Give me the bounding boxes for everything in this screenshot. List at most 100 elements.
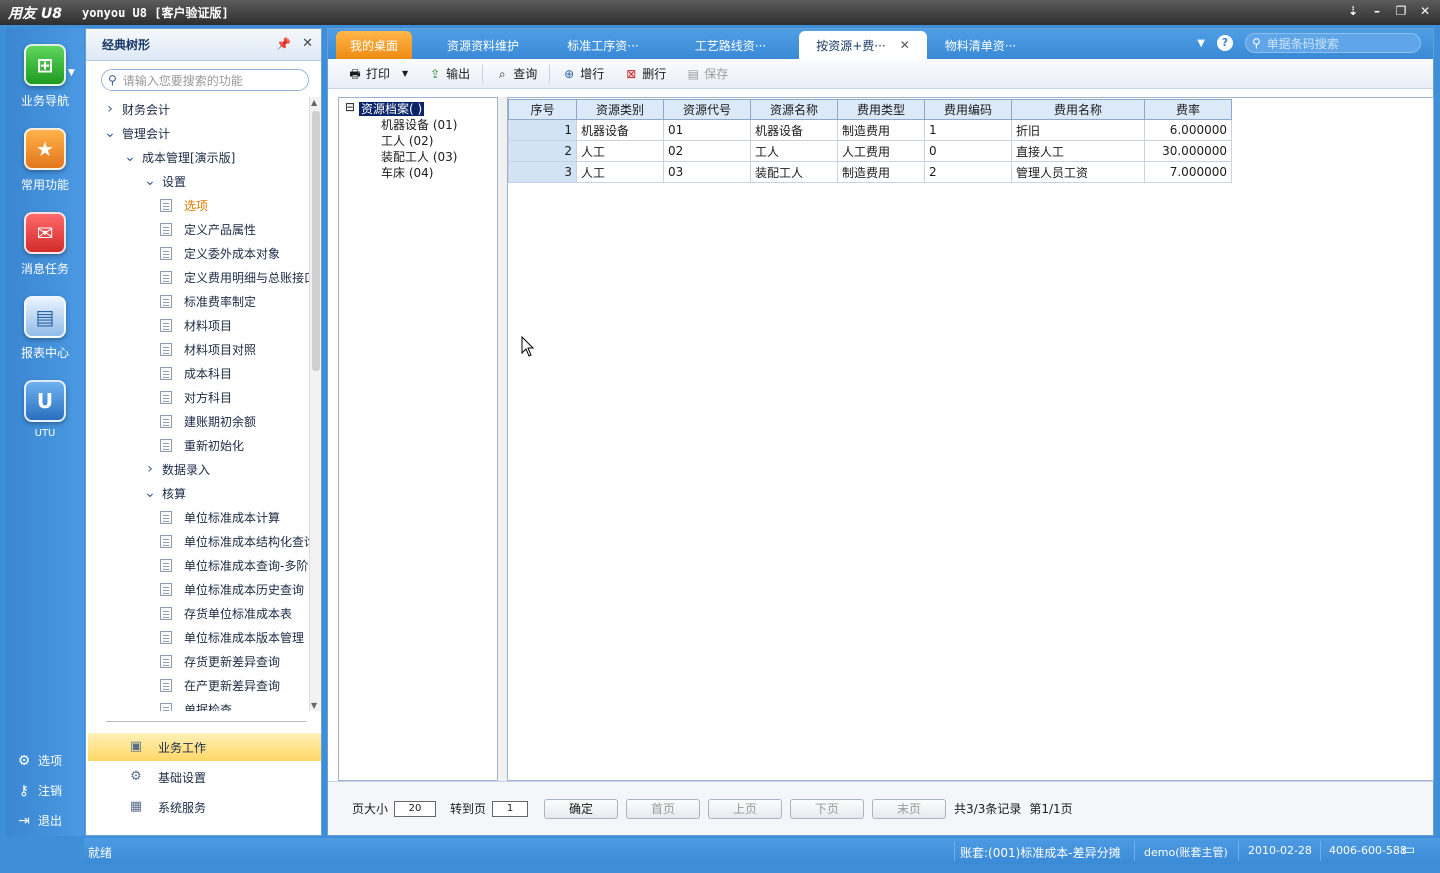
page-size-input[interactable]: 20 <box>394 800 437 817</box>
scroll-down-icon[interactable]: ▼ <box>311 701 317 710</box>
tree-leaf-item[interactable]: 单位标准成本计算 <box>160 507 280 527</box>
scroll-thumb[interactable] <box>312 111 320 371</box>
table-cell[interactable]: 工人 <box>750 140 838 162</box>
table-cell[interactable]: 装配工人 <box>750 161 838 183</box>
tree-leaf-item[interactable]: 建账期初余额 <box>160 411 256 431</box>
chevron-right-icon[interactable]: › <box>104 101 116 117</box>
table-cell[interactable]: 人工 <box>576 161 664 183</box>
tree-leaf-item[interactable]: 单位标准成本版本管理 <box>160 627 304 647</box>
tree-leaf-item[interactable]: 标准费率制定 <box>160 291 256 311</box>
section-basic-settings[interactable]: ⚙ 基础设置 <box>88 763 321 791</box>
save-button[interactable]: ▤ 保存 <box>676 63 738 85</box>
barcode-search-input[interactable]: ⚲ 单据条码搜索 <box>1245 33 1421 53</box>
tree-leaf-item[interactable]: 选项 <box>160 195 208 215</box>
nav-messages[interactable]: ✉ 消息任务 <box>6 212 84 277</box>
tree-root[interactable]: 资源档案( ) <box>359 100 425 117</box>
tree-node-assembly-worker[interactable]: 装配工人 (03) <box>381 148 457 165</box>
tree-folder-item[interactable]: ⌄ 成本管理[演示版] <box>124 147 235 167</box>
table-cell[interactable]: 7.000000 <box>1144 161 1232 183</box>
tree-folder-item[interactable]: › 财务会计 <box>104 99 170 119</box>
tab-bom[interactable]: 物料清单资··· <box>928 31 1033 59</box>
goto-page-input[interactable]: 1 <box>492 800 529 817</box>
tree-leaf-item[interactable]: 对方科目 <box>160 387 232 407</box>
tab-resource-expense[interactable]: 按资源+费··· ✕ <box>799 31 927 59</box>
table-cell[interactable]: 6.000000 <box>1144 119 1232 141</box>
tree-leaf-item[interactable]: 单位标准成本查询-多阶 <box>160 555 308 575</box>
table-row[interactable]: 3 人工 03 装配工人 制造费用 2 管理人员工资 7.000000 <box>508 161 1232 183</box>
tree-node-machine[interactable]: 机器设备 (01) <box>381 116 457 133</box>
chevron-down-icon[interactable]: ▼ <box>402 69 408 78</box>
table-cell[interactable]: 1 <box>508 119 577 141</box>
tree-scrollbar[interactable]: ▲ ▼ <box>309 97 321 711</box>
export-button[interactable]: ⇪ 输出 <box>418 63 480 85</box>
table-cell[interactable]: 人工费用 <box>837 140 925 162</box>
table-cell[interactable]: 3 <box>508 161 577 183</box>
minimize-button[interactable]: – <box>1370 3 1384 19</box>
add-row-button[interactable]: ⊕ 增行 <box>552 63 614 85</box>
chevron-down-icon[interactable]: ⌄ <box>124 149 136 165</box>
section-business-work[interactable]: ▣ 业务工作 <box>88 733 321 761</box>
column-header[interactable]: 费用名称 <box>1011 99 1145 120</box>
table-cell[interactable]: 直接人工 <box>1011 140 1145 162</box>
scroll-up-icon[interactable]: ▲ <box>311 98 317 107</box>
pin-icon[interactable]: 📌 <box>276 37 291 51</box>
chevron-down-icon[interactable]: ⌄ <box>144 485 156 501</box>
tree-folder-item[interactable]: ⌄ 设置 <box>144 171 186 191</box>
tree-leaf-item[interactable]: 定义产品属性 <box>160 219 256 239</box>
tree-folder-item[interactable]: ⌄ 管理会计 <box>104 123 170 143</box>
table-cell[interactable]: 2 <box>508 140 577 162</box>
nav-reports[interactable]: ▤ 报表中心 <box>6 296 84 361</box>
chevron-down-icon[interactable]: ▼ <box>68 68 75 78</box>
table-cell[interactable]: 03 <box>663 161 751 183</box>
table-cell[interactable]: 机器设备 <box>750 119 838 141</box>
tree-collapse-icon[interactable]: ⊟ <box>345 100 355 114</box>
close-button[interactable]: ✕ <box>1418 3 1432 19</box>
help-icon[interactable]: ? <box>1217 35 1233 51</box>
table-cell[interactable]: 机器设备 <box>576 119 664 141</box>
table-cell[interactable]: 制造费用 <box>837 119 925 141</box>
function-search-input[interactable]: ⚲ 请输入您要搜索的功能 <box>101 69 309 91</box>
close-icon[interactable]: ✕ <box>302 36 313 51</box>
tree-leaf-item[interactable]: 在产更新差异查询 <box>160 675 280 695</box>
table-cell[interactable]: 01 <box>663 119 751 141</box>
tree-leaf-item[interactable]: 材料项目 <box>160 315 232 335</box>
tab-list-dropdown-icon[interactable]: ▼ <box>1197 38 1205 49</box>
query-button[interactable]: ⌕ 查询 <box>485 63 547 85</box>
section-system-service[interactable]: ▦ 系统服务 <box>88 793 321 821</box>
chevron-down-icon[interactable]: ⌄ <box>144 173 156 189</box>
tree-leaf-item[interactable]: 材料项目对照 <box>160 339 256 359</box>
table-cell[interactable]: 人工 <box>576 140 664 162</box>
table-cell[interactable]: 0 <box>924 140 1012 162</box>
column-header[interactable]: 资源名称 <box>750 99 838 120</box>
options-button[interactable]: ⚙ 选项 <box>16 752 62 769</box>
dropdown-arrow-icon[interactable]: ⇣ <box>1346 3 1360 19</box>
last-page-button[interactable]: 末页 <box>872 798 947 819</box>
table-cell[interactable]: 30.000000 <box>1144 140 1232 162</box>
chevron-right-icon[interactable]: › <box>144 461 156 477</box>
table-row[interactable]: 1 机器设备 01 机器设备 制造费用 1 折旧 6.000000 <box>508 119 1232 141</box>
close-tab-icon[interactable]: ✕ <box>900 38 910 52</box>
table-cell[interactable]: 制造费用 <box>837 161 925 183</box>
print-button[interactable]: 🖶 打印 ▼ <box>338 63 418 85</box>
next-page-button[interactable]: 下页 <box>790 798 865 819</box>
table-cell[interactable]: 02 <box>663 140 751 162</box>
tab-my-desktop[interactable]: 我的桌面 <box>336 31 412 59</box>
column-header[interactable]: 资源代号 <box>663 99 751 120</box>
table-row[interactable]: 2 人工 02 工人 人工费用 0 直接人工 30.000000 <box>508 140 1232 162</box>
table-cell[interactable]: 管理人员工资 <box>1011 161 1145 183</box>
tab-resource-maintenance[interactable]: 资源资料维护 <box>428 31 538 59</box>
table-cell[interactable]: 折旧 <box>1011 119 1145 141</box>
column-header[interactable]: 序号 <box>508 99 577 120</box>
tree-node-worker[interactable]: 工人 (02) <box>381 132 433 149</box>
logout-button[interactable]: ⚷ 注销 <box>16 782 62 799</box>
tree-leaf-item[interactable]: 定义委外成本对象 <box>160 243 280 263</box>
tree-leaf-item[interactable]: 重新初始化 <box>160 435 244 455</box>
tree-leaf-item[interactable]: 存货更新差异查询 <box>160 651 280 671</box>
tree-leaf-item[interactable]: 成本科目 <box>160 363 232 383</box>
tree-leaf-item[interactable]: 单位标准成本历史查询 <box>160 579 304 599</box>
table-cell[interactable]: 2 <box>924 161 1012 183</box>
tree-folder-item[interactable]: ⌄ 核算 <box>144 483 186 503</box>
column-header[interactable]: 资源类别 <box>576 99 664 120</box>
column-header[interactable]: 费率 <box>1144 99 1232 120</box>
delete-row-button[interactable]: ⊠ 删行 <box>614 63 676 85</box>
